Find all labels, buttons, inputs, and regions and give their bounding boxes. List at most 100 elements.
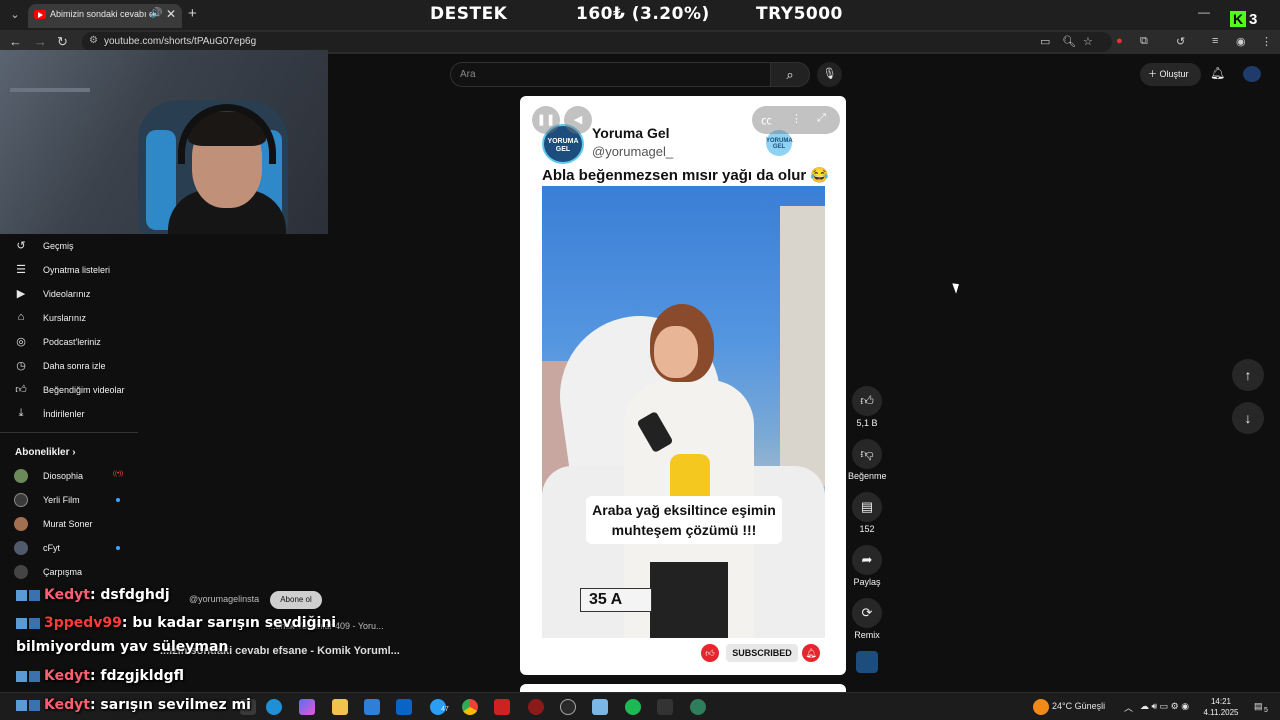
ghost-subscribe-button[interactable]: Abone ol	[270, 591, 322, 609]
chat-text: : bu kadar sarışın sevdiğini	[121, 615, 337, 631]
cast-icon[interactable]: ▭	[1040, 35, 1050, 48]
remix-icon[interactable]: ⟳	[852, 598, 882, 628]
profile-icon[interactable]: ◉	[1236, 35, 1246, 48]
sidebar-item-podcasts[interactable]: ◎ Podcast'leriniz	[0, 332, 140, 352]
tab-search-icon[interactable]: ⌄	[6, 6, 24, 24]
browser-menu-icon[interactable]: ⋮	[1261, 35, 1272, 48]
chat-message-continued: bilmiyordum yav süleyman	[16, 639, 228, 655]
system-clock[interactable]: 14:21 4.11.2025	[1198, 696, 1244, 718]
forward-icon[interactable]: →	[34, 34, 47, 49]
spotify-icon[interactable]	[625, 699, 641, 715]
account-avatar[interactable]	[1243, 66, 1261, 82]
app-icon[interactable]	[657, 699, 673, 715]
copilot-icon[interactable]	[299, 699, 315, 715]
sound-source-avatar[interactable]	[856, 651, 878, 673]
reading-list-icon[interactable]: ≡	[1212, 35, 1218, 47]
new-tab-button[interactable]: +	[188, 5, 197, 22]
subscription-item[interactable]: Diosophia ((•))	[0, 466, 140, 486]
address-bar[interactable]: ⚙ youtube.com/shorts/tPAuG07ep6g	[82, 32, 1112, 52]
obs-icon[interactable]	[560, 699, 576, 715]
file-explorer-icon[interactable]	[332, 699, 348, 715]
sidebar-item-downloads[interactable]: ⤓ İndirilenler	[0, 404, 140, 424]
subscription-item[interactable]: Yerli Film	[0, 490, 140, 510]
browser-tab[interactable]: Abimizin sondaki cevabı efsane 🔊 ✕	[28, 4, 182, 28]
subscriptions-heading[interactable]: Abonelikler ›	[15, 447, 76, 458]
tab-close-icon[interactable]: ✕	[166, 7, 176, 21]
thumbs-down-icon[interactable]: 👎︎	[852, 439, 882, 469]
app-icon[interactable]	[690, 699, 706, 715]
extension-icon[interactable]: ●	[1116, 35, 1123, 47]
playlist-icon: ☰	[16, 264, 26, 276]
pause-icon[interactable]: ❚❚	[532, 106, 560, 134]
more-options-icon[interactable]: ⋮	[791, 112, 802, 125]
chat-message: Kedyt: fdzgjkldgfl	[16, 668, 184, 684]
extensions-puzzle-icon[interactable]: ⧉	[1140, 35, 1148, 48]
chat-badge-icon	[29, 670, 40, 682]
podcast-icon: ◎	[16, 336, 26, 348]
share-action[interactable]: ➦ Paylaş	[848, 545, 886, 587]
subscription-name: Çarpışma	[43, 567, 83, 577]
weather-text[interactable]: 24°C Güneşli	[1052, 701, 1105, 711]
thumbs-up-icon[interactable]: 👍︎	[852, 386, 882, 416]
search-input[interactable]: Ara	[450, 62, 771, 87]
subscription-item[interactable]: Çarpışma	[0, 562, 140, 582]
sidebar-item-playlists[interactable]: ☰ Oynatma listeleri	[0, 260, 140, 280]
reload-icon[interactable]: ↻	[57, 34, 68, 50]
sidebar-item-liked-videos[interactable]: 👍︎ Beğendiğim videolar	[0, 380, 140, 400]
voice-search-icon[interactable]: 🎙︎	[817, 62, 842, 87]
subscriptions-heading-label: Abonelikler	[15, 447, 70, 458]
sidebar-item-watch-later[interactable]: ◷ Daha sonra izle	[0, 356, 140, 376]
share-icon[interactable]: ➦	[852, 545, 882, 575]
chat-text: : fdzgjkldgfl	[89, 668, 185, 684]
sidebar-item-your-videos[interactable]: ▶ Videolarınız	[0, 284, 140, 304]
app-icon[interactable]	[528, 699, 544, 715]
weather-icon[interactable]	[1033, 699, 1049, 715]
dislike-action[interactable]: 👎︎ Beğenme	[848, 439, 887, 481]
like-action[interactable]: 👍︎ 5,1 B	[848, 386, 886, 428]
zoom-icon[interactable]: 🔍︎	[1062, 35, 1076, 48]
tray-chevron-icon[interactable]: ︿	[1124, 701, 1133, 714]
next-short-arrow-icon[interactable]: ↓	[1232, 402, 1264, 434]
volume-icon[interactable]: ◀	[564, 106, 592, 134]
edge-icon[interactable]	[266, 699, 282, 715]
sidebar-item-courses[interactable]: ⌂ Kurslarınız	[0, 308, 140, 328]
chat-badge-icon	[29, 589, 40, 601]
remix-action[interactable]: ⟳ Remix	[848, 598, 886, 640]
comment-action[interactable]: ▤ 152	[848, 492, 886, 534]
bookmark-star-icon[interactable]: ☆	[1083, 35, 1093, 48]
create-button[interactable]: ＋ Oluştur	[1140, 63, 1201, 86]
video-editor-icon[interactable]	[494, 699, 510, 715]
app-icon[interactable]	[592, 699, 608, 715]
subscription-item[interactable]: cFyt	[0, 538, 140, 558]
notification-icon[interactable]: ▤	[1254, 701, 1263, 712]
store-icon[interactable]	[364, 699, 380, 715]
captions-icon[interactable]: ㏄	[761, 112, 772, 128]
fullscreen-icon[interactable]: ⤢	[817, 112, 826, 125]
subscription-item[interactable]: Murat Soner	[0, 514, 140, 534]
back-icon[interactable]: ←	[9, 34, 22, 49]
outlook-icon[interactable]	[396, 699, 412, 715]
search-button[interactable]: ⌕	[770, 62, 810, 87]
webcam-overlay	[0, 50, 328, 234]
comment-icon[interactable]: ▤	[852, 492, 882, 522]
speaker-icon[interactable]: 🔊	[150, 8, 162, 19]
tray-icons[interactable]: ☁ 🔊︎ ▭ ⚙ ◉	[1140, 701, 1189, 712]
site-info-icon[interactable]: ⚙	[89, 35, 98, 46]
notifications-bell-icon[interactable]: 🔔︎	[1210, 66, 1225, 80]
chat-message: 3ppedv99: bu kadar sarışın sevdiğini	[16, 615, 336, 631]
viewer-count: 3	[1249, 11, 1258, 28]
comment-count: 152	[859, 524, 875, 534]
building	[780, 206, 825, 486]
minimize-icon[interactable]: —	[1198, 5, 1210, 19]
history-icon[interactable]: ↺	[1176, 35, 1185, 48]
download-icon: ⤓	[18, 407, 24, 419]
sidebar-item-history[interactable]: ↺ Geçmiş	[0, 236, 140, 256]
chrome-icon[interactable]	[462, 699, 478, 715]
previous-short-arrow-icon[interactable]: ↑	[1232, 359, 1264, 391]
caption-line-1: Araba yağ eksiltince eşimin	[592, 502, 776, 518]
avatar	[14, 493, 28, 507]
shorts-player[interactable]: YORUMA GEL Yoruma Gel @yorumagel_ YORUMA…	[520, 96, 846, 675]
clock-time: 14:21	[1210, 697, 1232, 706]
chat-badge-icon	[29, 699, 40, 711]
subscribed-badge: SUBSCRIBED	[726, 644, 798, 662]
